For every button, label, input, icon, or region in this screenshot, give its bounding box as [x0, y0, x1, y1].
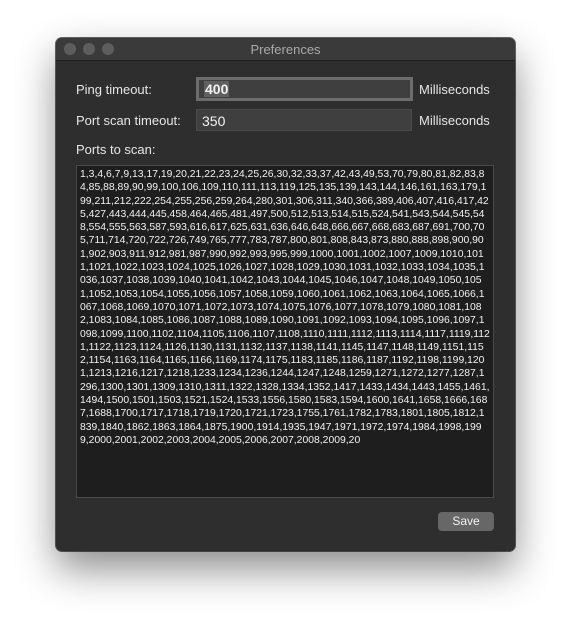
window-title: Preferences [250, 42, 321, 57]
ping-timeout-field[interactable]: 400 [196, 77, 413, 101]
port-scan-timeout-unit: Milliseconds [419, 113, 490, 128]
port-scan-timeout-field[interactable]: 350 [196, 109, 412, 131]
ping-timeout-value: 400 [204, 81, 230, 97]
port-scan-timeout-label: Port scan timeout: [76, 113, 181, 128]
ports-to-scan-textarea[interactable]: 1,3,4,6,7,9,13,17,19,20,21,22,23,24,25,2… [76, 165, 494, 498]
save-button[interactable]: Save [438, 512, 494, 531]
title-bar: Preferences [56, 38, 515, 61]
ports-to-scan-label: Ports to scan: [76, 142, 156, 157]
ping-timeout-label: Ping timeout: [76, 82, 152, 97]
ping-timeout-unit: Milliseconds [419, 82, 490, 97]
preferences-window: Preferences Ping timeout: 400 Millisecon… [56, 38, 515, 551]
